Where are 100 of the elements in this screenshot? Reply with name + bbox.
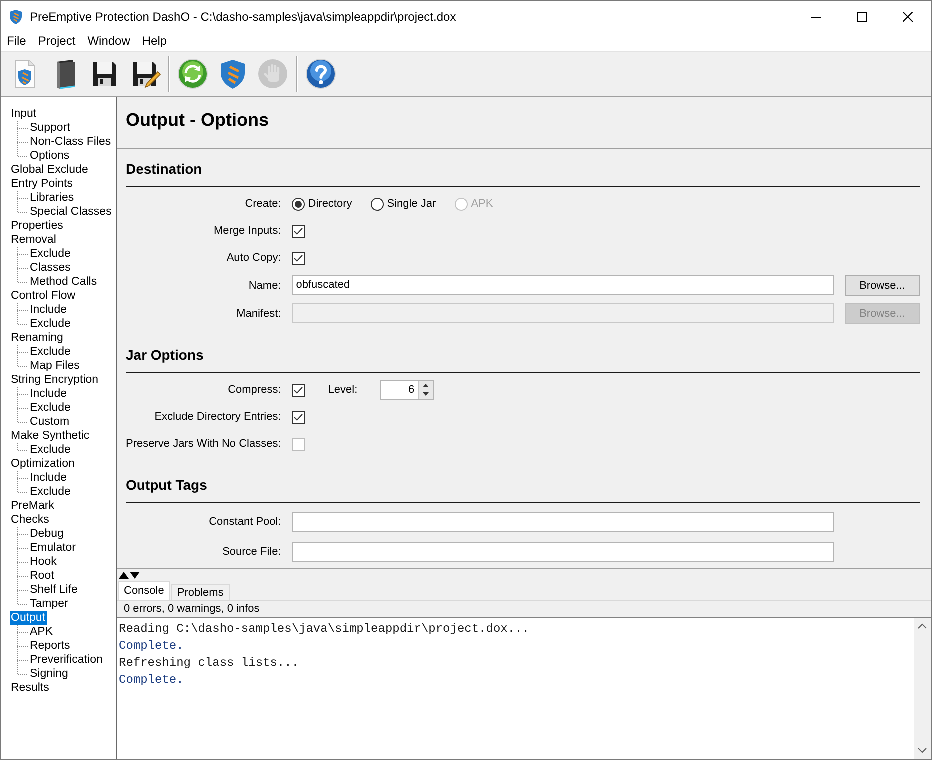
tree-item[interactable]: Include xyxy=(29,303,68,317)
tree-item[interactable]: Output xyxy=(10,611,47,625)
page-title: Output - Options xyxy=(126,110,269,131)
close-icon[interactable] xyxy=(903,12,913,22)
checkbox[interactable] xyxy=(292,252,306,264)
tree-item[interactable]: Support xyxy=(29,121,72,135)
menu-item[interactable]: Help xyxy=(136,32,174,51)
checkbox[interactable] xyxy=(292,384,306,396)
section-heading: Output Tags xyxy=(126,476,920,503)
tree-item[interactable]: Checks xyxy=(10,513,50,527)
status-text: 0 errors, 0 warnings, 0 infos xyxy=(123,602,261,617)
radio-label: Single Jar xyxy=(387,198,436,210)
window-title: PreEmptive Protection DashO - C:\dasho-samples\java\simpleappdir\project.dox xyxy=(30,10,458,24)
tree-line xyxy=(17,387,28,401)
maximize-icon[interactable] xyxy=(857,12,867,22)
tree-line xyxy=(17,541,28,555)
triangle-up-icon[interactable] xyxy=(418,381,433,390)
tree-item[interactable]: Non-Class Files xyxy=(29,135,112,149)
tree-item[interactable]: Properties xyxy=(10,219,64,233)
tree-item[interactable]: Map Files xyxy=(29,359,81,373)
tree-line xyxy=(17,555,28,569)
tree-item[interactable]: Emulator xyxy=(29,541,78,555)
tree-item[interactable]: Exclude xyxy=(29,401,72,415)
field-label: Merge Inputs: xyxy=(213,225,282,237)
menu-item[interactable]: File xyxy=(1,32,32,51)
field-label: Create: xyxy=(244,198,282,210)
tree-item[interactable]: Renaming xyxy=(10,331,64,345)
tree-item[interactable]: Control Flow xyxy=(10,289,77,303)
shield-icon xyxy=(8,8,24,24)
text-field[interactable]: obfuscated xyxy=(292,275,834,295)
tree-item[interactable]: Exclude xyxy=(29,317,72,331)
tree-item[interactable]: Debug xyxy=(29,527,65,541)
console-line: Reading C:\dasho-samples\java\simpleappdir\project.dox... xyxy=(119,621,530,638)
menu-item[interactable]: Window xyxy=(82,32,136,51)
field-label: Auto Copy: xyxy=(226,252,282,264)
tree-item[interactable]: Libraries xyxy=(29,191,76,205)
scrollbar[interactable] xyxy=(914,618,931,759)
field-label: Exclude Directory Entries: xyxy=(154,411,282,423)
tree-item[interactable]: Shelf Life xyxy=(29,583,79,597)
tab[interactable]: Console xyxy=(118,581,170,600)
tree-line xyxy=(17,443,28,451)
tree-item[interactable]: Classes xyxy=(29,261,72,275)
section-heading: Jar Options xyxy=(126,346,920,373)
tab[interactable]: Problems xyxy=(171,584,230,600)
tree-item[interactable]: Entry Points xyxy=(10,177,74,191)
number-spinner[interactable]: 6 xyxy=(380,380,434,400)
tree-item[interactable]: String Encryption xyxy=(10,373,100,387)
tree-item[interactable]: Options xyxy=(29,149,71,163)
tree-item[interactable]: Exclude xyxy=(29,443,72,457)
tree-item[interactable]: Hook xyxy=(29,555,58,569)
menu-item[interactable]: Project xyxy=(32,32,82,51)
tree-item[interactable]: Include xyxy=(29,387,68,401)
tree-item[interactable]: Special Classes xyxy=(29,205,113,219)
tree-item[interactable]: Exclude xyxy=(29,247,72,261)
tree-item[interactable]: Removal xyxy=(10,233,58,247)
checkbox[interactable] xyxy=(292,410,306,424)
tree-line xyxy=(17,625,28,639)
radio-label: Directory xyxy=(308,198,352,210)
tree-line xyxy=(17,527,28,541)
tree-item[interactable]: Tamper xyxy=(29,597,70,611)
refresh-icon[interactable] xyxy=(177,58,209,90)
console-line: Complete. xyxy=(119,638,185,655)
tree-line xyxy=(17,247,28,261)
help-icon[interactable] xyxy=(305,58,337,90)
tree-item[interactable]: Signing xyxy=(29,667,70,681)
tree-line xyxy=(17,639,28,653)
field-label: Preserve Jars With No Classes: xyxy=(126,438,282,450)
text-field[interactable] xyxy=(292,542,834,562)
tree-item[interactable]: Exclude xyxy=(29,345,72,359)
tree-item[interactable]: Input xyxy=(10,107,38,121)
field-label: Manifest: xyxy=(236,308,282,320)
tree-item[interactable]: APK xyxy=(29,625,54,639)
triangle-down-icon[interactable] xyxy=(130,572,140,578)
tree-item[interactable]: Include xyxy=(29,471,68,485)
radio-label: APK xyxy=(471,198,494,210)
tree-line xyxy=(17,569,28,583)
tree-item[interactable]: Make Synthetic xyxy=(10,429,91,443)
radio-button[interactable] xyxy=(292,198,306,210)
radio-button[interactable] xyxy=(371,198,384,210)
tree-item[interactable]: Root xyxy=(29,569,56,583)
tree-item[interactable]: Custom xyxy=(29,415,71,429)
field-label: Name: xyxy=(248,280,282,292)
field-label: Constant Pool: xyxy=(208,516,282,528)
tree-item[interactable]: Optimization xyxy=(10,457,76,471)
tree-item[interactable]: PreMark xyxy=(10,499,56,513)
tree-item[interactable]: Global Exclude xyxy=(10,163,90,177)
text-field[interactable] xyxy=(292,512,834,532)
tree-item[interactable]: Results xyxy=(10,681,50,695)
console-line: Refreshing class lists... xyxy=(119,655,300,672)
triangle-up-icon[interactable] xyxy=(119,572,129,578)
tree-line xyxy=(17,121,28,135)
checkbox[interactable] xyxy=(292,224,306,238)
tree-item[interactable]: Method Calls xyxy=(29,275,98,289)
section-heading: Destination xyxy=(126,160,920,187)
browse-button[interactable]: Browse... xyxy=(845,275,920,296)
tree-item[interactable]: Reports xyxy=(29,639,72,653)
tree-item[interactable]: Exclude xyxy=(29,485,72,499)
field-label: Level: xyxy=(328,384,358,396)
triangle-down-icon[interactable] xyxy=(418,390,433,399)
tree-item[interactable]: Preverification xyxy=(29,653,104,667)
